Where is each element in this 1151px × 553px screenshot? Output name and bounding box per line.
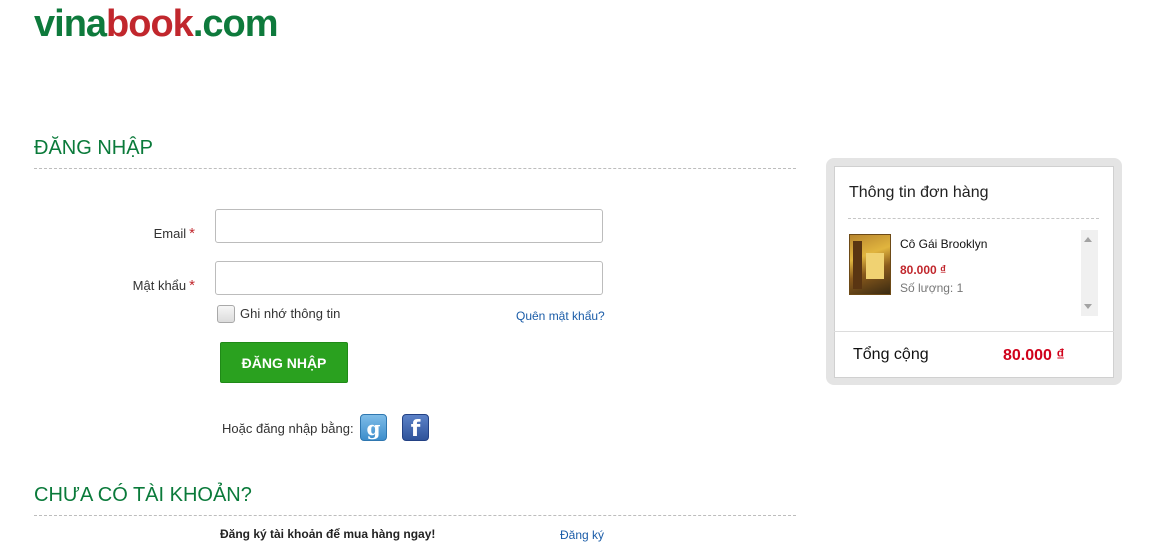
facebook-login-icon[interactable]: f <box>402 414 429 442</box>
password-label-text: Mật khẩu <box>132 278 187 293</box>
login-button[interactable]: ĐĂNG NHẬP <box>220 342 348 383</box>
password-input[interactable] <box>215 261 603 295</box>
logo-part-vina: vina <box>34 3 107 45</box>
register-prompt: Đăng ký tài khoản để mua hàng ngay! <box>220 527 436 541</box>
login-divider <box>34 168 796 169</box>
book-cover-detail <box>866 253 884 279</box>
logo-part-book: book <box>106 3 194 45</box>
google-login-icon[interactable]: g <box>360 414 387 441</box>
forgot-password-link[interactable]: Quên mật khẩu? <box>516 309 605 323</box>
password-required-mark: * <box>189 277 195 294</box>
email-input[interactable] <box>215 209 603 243</box>
order-item-title[interactable]: Cô Gái Brooklyn <box>900 237 987 251</box>
social-login-label: Hoặc đăng nhập bằng: <box>222 421 354 436</box>
email-label-text: Email <box>153 226 187 241</box>
facebook-glyph: f <box>410 417 421 442</box>
register-divider <box>34 515 796 516</box>
vinabook-logo[interactable]: vinabook.com <box>34 2 279 46</box>
order-item-price: 80.000 ₫ <box>900 263 947 277</box>
remember-label: Ghi nhớ thông tin <box>240 306 341 321</box>
remember-checkbox[interactable] <box>217 305 235 323</box>
total-divider <box>834 331 1114 332</box>
register-link[interactable]: Đăng ký <box>560 528 604 542</box>
logo-part-com: .com <box>192 3 279 45</box>
order-title: Thông tin đơn hàng <box>849 184 989 201</box>
order-item-quantity: Số lượng: 1 <box>900 281 964 295</box>
scroll-down-arrow-icon[interactable] <box>1084 304 1092 309</box>
scroll-up-arrow-icon[interactable] <box>1084 237 1092 242</box>
email-label: Email * <box>45 225 195 242</box>
book-cover-detail <box>853 241 862 289</box>
total-label: Tổng cộng <box>853 346 929 363</box>
register-section-title: CHƯA CÓ TÀI KHOẢN? <box>34 484 252 506</box>
password-label: Mật khẩu * <box>45 277 195 294</box>
email-required-mark: * <box>189 225 195 242</box>
login-section-title: ĐĂNG NHẬP <box>34 137 153 159</box>
order-divider <box>848 218 1099 219</box>
book-cover-image[interactable] <box>849 234 891 295</box>
google-glyph: g <box>366 415 381 440</box>
total-value: 80.000 ₫ <box>1003 347 1065 364</box>
